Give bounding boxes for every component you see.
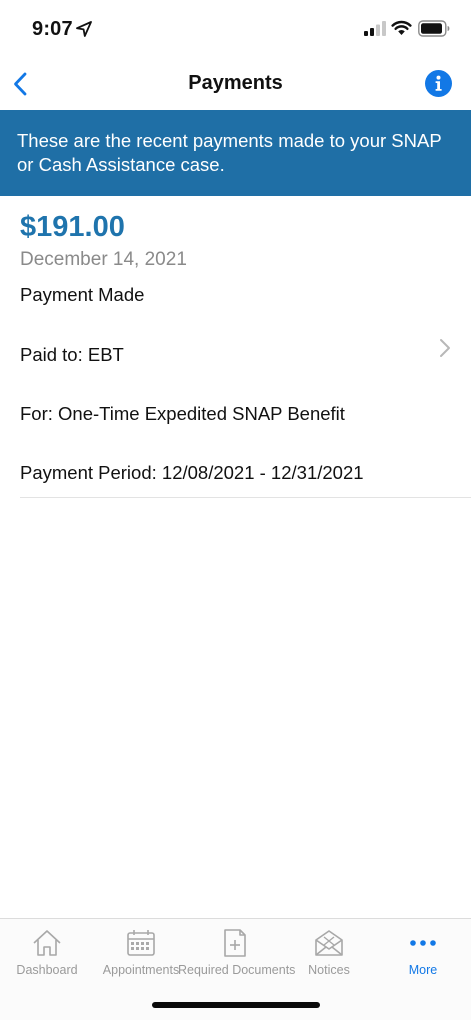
battery-icon bbox=[418, 20, 450, 37]
paid-to-text: Paid to: EBT bbox=[20, 344, 124, 365]
payment-amount: $191.00 bbox=[20, 211, 125, 243]
payment-for-text: For: One-Time Expedited SNAP Benefit bbox=[20, 403, 345, 424]
tab-label: More bbox=[408, 963, 438, 977]
payment-status: Payment Made bbox=[20, 284, 145, 305]
tab-dashboard[interactable]: Dashboard bbox=[0, 919, 94, 989]
cellular-signal-icon bbox=[364, 21, 386, 36]
info-button[interactable] bbox=[425, 70, 452, 97]
tab-more[interactable]: More bbox=[376, 919, 470, 989]
calendar-icon bbox=[127, 930, 155, 956]
tab-required-documents[interactable]: Required Documents bbox=[178, 919, 295, 989]
payment-date: December 14, 2021 bbox=[20, 249, 187, 270]
status-bar: 9:07 bbox=[0, 0, 471, 58]
navigation-bar: Payments bbox=[0, 58, 471, 110]
payment-period-text: Payment Period: 12/08/2021 - 12/31/2021 bbox=[20, 462, 364, 483]
location-arrow-icon bbox=[76, 21, 92, 37]
tab-appointments[interactable]: Appointments bbox=[94, 919, 188, 989]
info-icon bbox=[435, 75, 442, 91]
payment-card[interactable]: $191.00 December 14, 2021 Payment Made P… bbox=[0, 196, 471, 498]
envelope-icon bbox=[315, 930, 343, 956]
chevron-right-icon bbox=[440, 339, 450, 357]
divider bbox=[20, 497, 471, 498]
more-icon bbox=[410, 940, 436, 946]
home-indicator bbox=[152, 1002, 320, 1008]
tab-notices[interactable]: Notices bbox=[282, 919, 376, 989]
info-banner: These are the recent payments made to yo… bbox=[0, 110, 471, 196]
home-icon bbox=[33, 930, 61, 956]
banner-text: These are the recent payments made to yo… bbox=[17, 130, 442, 175]
document-add-icon bbox=[224, 929, 246, 957]
wifi-icon bbox=[391, 20, 412, 35]
status-time: 9:07 bbox=[32, 18, 73, 40]
page-title: Payments bbox=[188, 72, 283, 94]
